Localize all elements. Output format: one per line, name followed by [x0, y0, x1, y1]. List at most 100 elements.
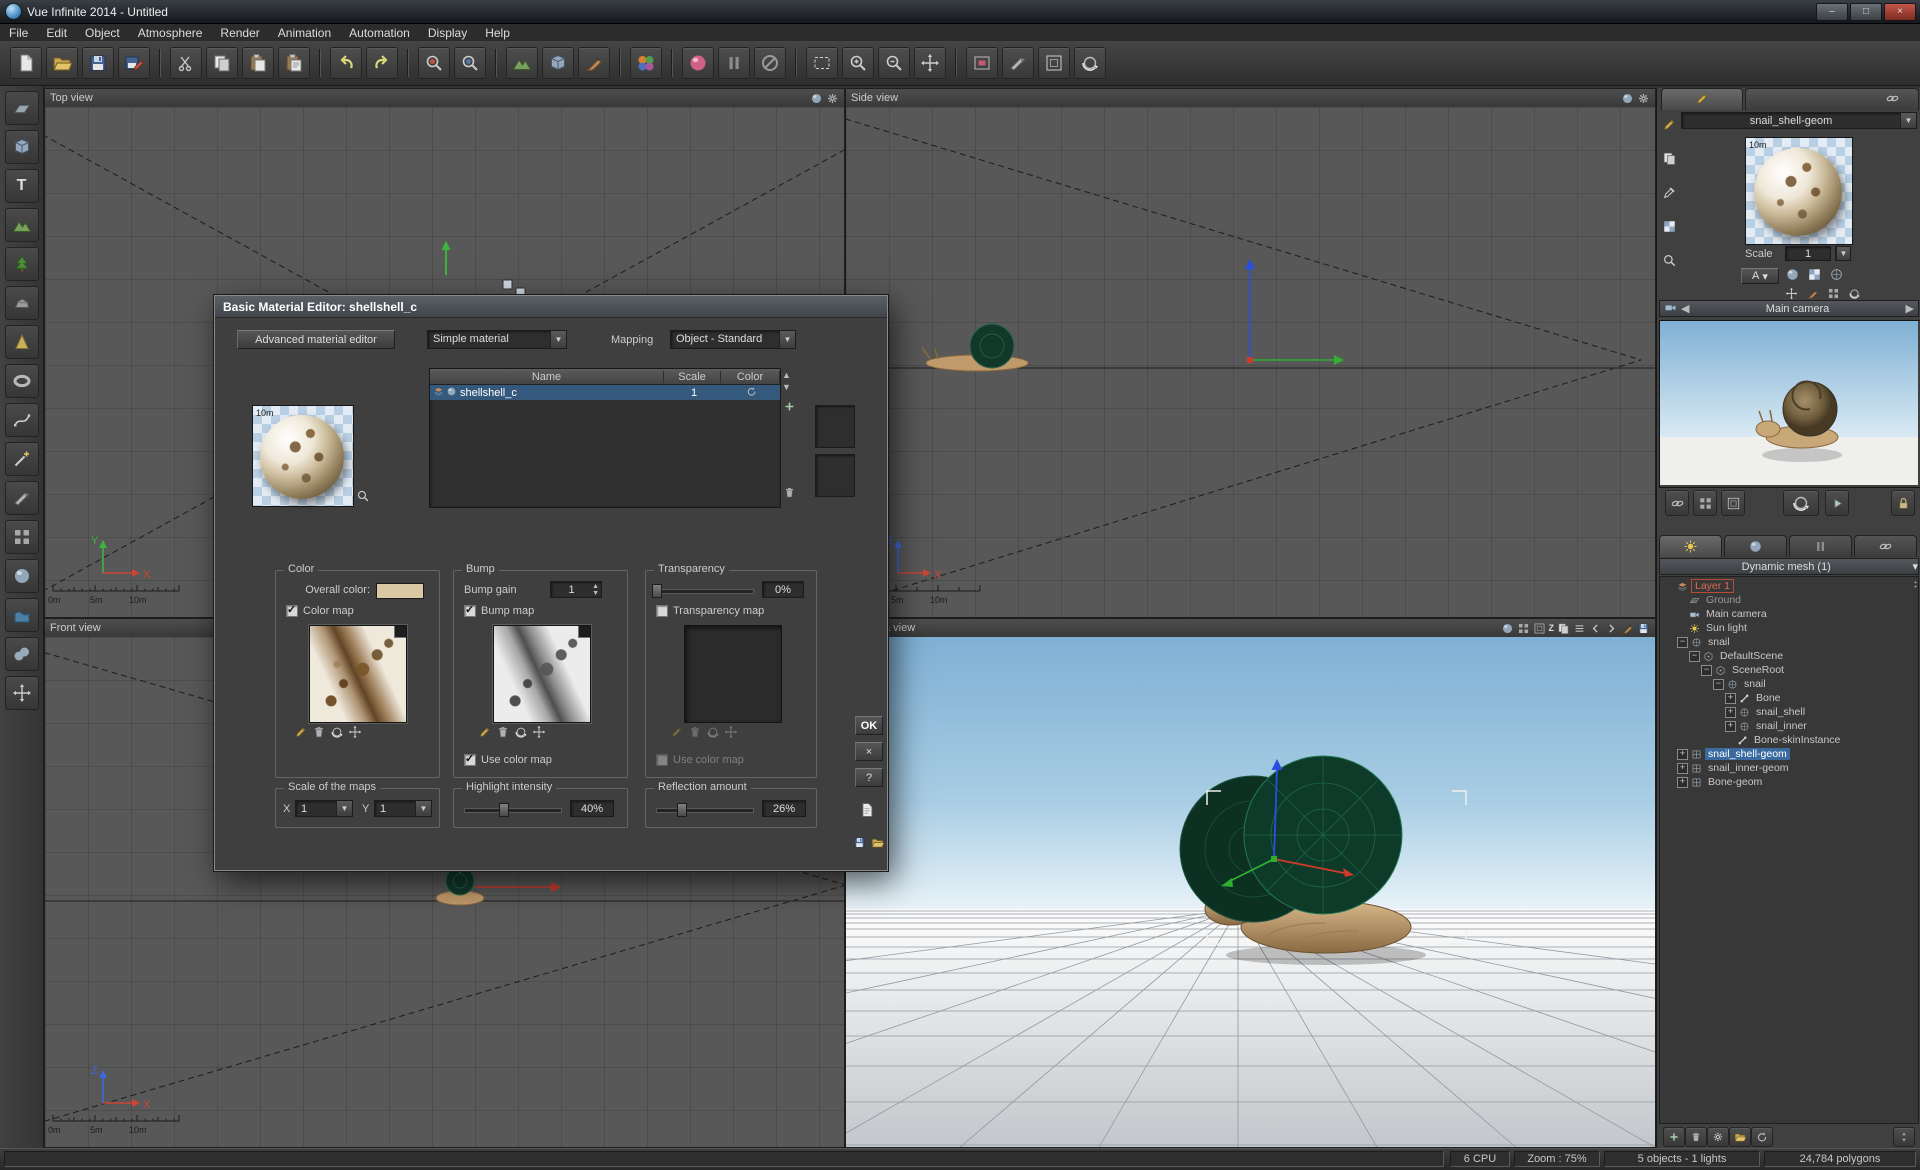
transparency-map-checkbox[interactable]: Transparency map — [656, 605, 764, 617]
tree-item-sun-light[interactable]: Sun light — [1660, 621, 1919, 635]
pan-view-button[interactable] — [914, 47, 946, 79]
marquee-select-button[interactable] — [806, 47, 838, 79]
spline-tool[interactable] — [5, 403, 39, 437]
ground-plane-tool[interactable] — [5, 91, 39, 125]
tree-item-snail-shell[interactable]: +snail_shell — [1660, 705, 1919, 719]
cone-tool[interactable] — [5, 325, 39, 359]
pick-object-button[interactable] — [418, 47, 450, 79]
rotate-map-icon[interactable] — [706, 725, 720, 739]
menu-animation[interactable]: Animation — [269, 25, 340, 41]
copy-button[interactable] — [206, 47, 238, 79]
y-scale-input[interactable]: 1 ▼ — [374, 800, 432, 817]
tree-expander-icon[interactable]: + — [1725, 707, 1736, 718]
next-view-icon[interactable] — [1605, 622, 1618, 635]
bump-map-checkbox[interactable]: Bump map — [464, 605, 534, 617]
tree-expander-icon[interactable]: + — [1677, 763, 1688, 774]
new-scene-button[interactable] — [10, 47, 42, 79]
close-button[interactable]: × — [1884, 3, 1916, 21]
viewport-camera-canvas[interactable] — [846, 637, 1655, 1147]
cancel-button[interactable]: × — [855, 742, 883, 761]
maximize-button[interactable]: □ — [1850, 3, 1882, 21]
abort-render-button[interactable] — [754, 47, 786, 79]
tab-material[interactable] — [1724, 535, 1787, 557]
viewport-display-icon[interactable] — [1621, 92, 1634, 105]
edit-map-icon[interactable] — [670, 725, 684, 739]
save-view-icon[interactable] — [1637, 622, 1650, 635]
transparency-use-color-map-checkbox[interactable]: Use color map — [656, 754, 744, 766]
shading-textured-icon[interactable] — [1807, 267, 1822, 282]
menu-object[interactable]: Object — [76, 25, 129, 41]
tree-item-main-camera[interactable]: Main camera — [1660, 607, 1919, 621]
play-animation-button[interactable] — [1825, 490, 1849, 516]
frame-selection-button[interactable] — [1038, 47, 1070, 79]
bump-map-thumbnail[interactable] — [493, 625, 591, 723]
load-material-icon[interactable] — [859, 802, 875, 818]
viewport-camera[interactable]: Camera view Z — [845, 618, 1656, 1148]
blob-tool[interactable] — [5, 637, 39, 671]
column-name[interactable]: Name — [430, 371, 664, 383]
bump-gain-input[interactable]: 1 ▲▼ — [550, 581, 602, 598]
delete-item-icon[interactable] — [1685, 1127, 1707, 1147]
pause-render-button[interactable] — [718, 47, 750, 79]
save-file-button[interactable] — [82, 47, 114, 79]
previous-view-icon[interactable] — [1589, 622, 1602, 635]
chevron-down-icon[interactable]: ▾ — [1912, 560, 1918, 573]
terrain-tool[interactable] — [5, 208, 39, 242]
save-material-icon[interactable] — [853, 836, 866, 849]
material-preview[interactable]: 10m — [1745, 137, 1853, 245]
material-slot-2[interactable] — [815, 454, 855, 497]
tree-item-bone[interactable]: +Bone — [1660, 691, 1919, 705]
tree-item-snail-inner-geom[interactable]: +snail_inner-geom — [1660, 761, 1919, 775]
move-tool[interactable] — [5, 676, 39, 710]
tree-item-bone-geom[interactable]: +Bone-geom — [1660, 775, 1919, 789]
bump-use-color-map-checkbox[interactable]: Use color map — [464, 754, 552, 766]
list-scroll-up-icon[interactable]: ▲ — [782, 370, 791, 380]
material-preview[interactable]: 10m — [252, 405, 354, 507]
tree-expander-icon[interactable]: − — [1677, 637, 1688, 648]
minimize-button[interactable]: – — [1816, 3, 1848, 21]
sun-light-gizmo[interactable] — [442, 241, 526, 297]
tree-item-sceneroot[interactable]: −SceneRoot — [1660, 663, 1919, 677]
cube-tool[interactable] — [5, 130, 39, 164]
orbit-view-button[interactable] — [1074, 47, 1106, 79]
checker-background-icon[interactable] — [1659, 216, 1679, 236]
item-options-icon[interactable] — [1707, 1127, 1729, 1147]
edit-map-icon[interactable] — [478, 725, 492, 739]
material-color-cell[interactable] — [722, 386, 780, 400]
zoom-out-button[interactable] — [878, 47, 910, 79]
dialog-title-bar[interactable]: Basic Material Editor: shellshell_c — [215, 296, 887, 318]
grid-toggle-icon[interactable] — [1517, 622, 1530, 635]
zbuffer-icon[interactable]: Z — [1549, 623, 1555, 633]
export-button[interactable] — [118, 47, 150, 79]
menu-display[interactable]: Display — [419, 25, 476, 41]
add-material-layer-icon[interactable] — [783, 400, 796, 413]
material-library-icon[interactable] — [871, 836, 884, 849]
undo-button[interactable] — [330, 47, 362, 79]
shading-smooth-icon[interactable] — [1785, 267, 1800, 282]
paste-button[interactable] — [242, 47, 274, 79]
tree-expander-icon[interactable]: + — [1725, 693, 1736, 704]
chevron-down-icon[interactable]: ▼ — [336, 801, 352, 816]
transform-map-icon[interactable] — [348, 725, 362, 739]
redo-button[interactable] — [366, 47, 398, 79]
render-options-button[interactable] — [630, 47, 662, 79]
delete-map-icon[interactable] — [688, 725, 702, 739]
zoom-in-button[interactable] — [842, 47, 874, 79]
tree-item-defaultscene[interactable]: −DefaultScene — [1660, 649, 1919, 663]
water-tool[interactable] — [5, 598, 39, 632]
plant-tool[interactable] — [5, 247, 39, 281]
orbit-camera-button[interactable] — [1783, 490, 1819, 516]
viewport-options-icon[interactable] — [1637, 92, 1650, 105]
uv-mapping-icon[interactable] — [1827, 287, 1840, 300]
delete-map-icon[interactable] — [312, 725, 326, 739]
advanced-material-editor-button[interactable]: Advanced material editor — [237, 330, 395, 349]
transform-map-icon[interactable] — [532, 725, 546, 739]
eyedropper-icon[interactable] — [1659, 182, 1679, 202]
viewport-side[interactable]: Side view — [845, 88, 1656, 618]
spin-arrows[interactable]: ▲▼ — [592, 583, 601, 597]
shading-wireframe-icon[interactable] — [1829, 267, 1844, 282]
tab-object-links[interactable] — [1745, 88, 1919, 110]
transparency-map-thumbnail[interactable] — [684, 625, 782, 723]
tree-expander-icon[interactable]: − — [1689, 651, 1700, 662]
chevron-down-icon[interactable]: ▼ — [550, 331, 566, 348]
